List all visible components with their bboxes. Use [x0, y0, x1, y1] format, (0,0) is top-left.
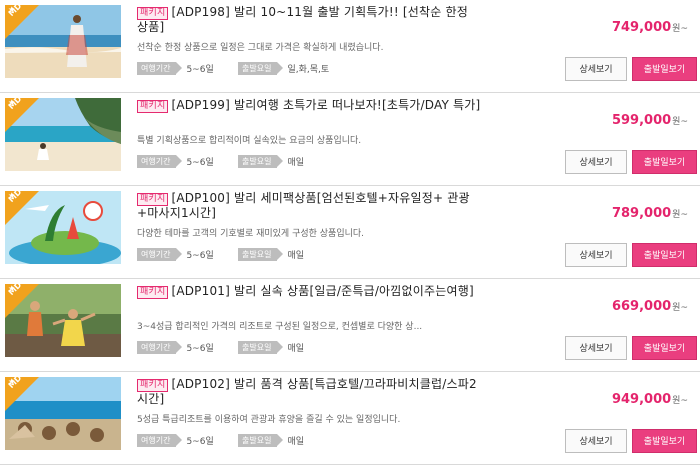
detail-button[interactable]: 상세보기	[565, 429, 627, 453]
product-title[interactable]: 패키지 [ADP199] 발리여행 초특가로 떠나보자![초특가/DAY 특가]	[137, 98, 482, 113]
product-title-text[interactable]: [ADP198] 발리 10~11월 출발 기획특가!! [선착순 한정 상품]	[137, 5, 468, 34]
travel-period-value: 5~6일	[186, 65, 214, 75]
product-title-text[interactable]: [ADP100] 발리 세미팩상품[엄선된호텔+자유일정+ 관광+마사지1시간]	[137, 191, 470, 220]
price-value: 599,000	[611, 113, 672, 128]
departure-day-value: 일,화,목,토	[287, 65, 330, 75]
product-price: 669,000원~	[612, 299, 688, 314]
product-title-text[interactable]: [ADP101] 발리 실속 상품[일급/준특급/아낌없이주는여행]	[171, 284, 473, 298]
departure-day-label: 출발요일	[238, 62, 284, 75]
product-description: 특별 기획상품으로 합리적이며 실속있는 요금의 상품입니다.	[137, 136, 362, 146]
package-tag: 패키지	[137, 193, 169, 206]
package-tag: 패키지	[137, 286, 169, 299]
price-value: 749,000	[611, 20, 672, 35]
departure-date-button[interactable]: 출발일보기	[632, 57, 697, 81]
product-description: 선착순 한정 상품으로 일정은 그대로 가격은 확실하게 내렸습니다.	[137, 43, 384, 53]
departure-day-value: 매일	[287, 344, 305, 354]
product-thumbnail[interactable]: ★ MD추천	[5, 284, 121, 357]
price-suffix: 원~	[672, 396, 688, 406]
product-thumbnail[interactable]: ★ MD추천	[5, 377, 121, 450]
product-thumbnail[interactable]: ★ MD추천	[5, 98, 121, 171]
travel-period-label: 여행기간	[137, 155, 183, 168]
list-item: ★ MD추천 패키지[ADP100] 발리 세미팩상품[엄선된호텔+자유일정+ …	[0, 186, 700, 279]
departure-day-label: 출발요일	[238, 155, 284, 168]
travel-period-value: 5~6일	[186, 437, 214, 447]
detail-button[interactable]: 상세보기	[565, 243, 627, 267]
travel-period-label: 여행기간	[137, 248, 183, 261]
travel-period-label: 여행기간	[137, 434, 183, 447]
travel-period-label: 여행기간	[137, 341, 183, 354]
departure-day-value: 매일	[287, 158, 305, 168]
price-value: 949,000	[611, 392, 672, 407]
price-suffix: 원~	[672, 117, 688, 127]
travel-period-value: 5~6일	[186, 158, 214, 168]
product-price: 749,000원~	[612, 20, 688, 35]
product-price: 789,000원~	[612, 206, 688, 221]
product-list: ★ MD추천 패키지[ADP198] 발리 10~11월 출발 기획특가!! […	[0, 0, 700, 465]
detail-button[interactable]: 상세보기	[565, 57, 627, 81]
package-tag: 패키지	[137, 379, 169, 392]
product-title[interactable]: 패키지 [ADP198] 발리 10~11월 출발 기획특가!! [선착순 한정 …	[137, 5, 482, 34]
list-item: ★ MD추천 패키지[ADP102] 발리 품격 상품[특급호텔/끄라파비치클럽…	[0, 372, 700, 465]
price-value: 789,000	[611, 206, 672, 221]
product-title[interactable]: 패키지 [ADP102] 발리 품격 상품[특급호텔/끄라파비치클럽/스파2시간]	[137, 377, 482, 406]
product-title[interactable]: 패키지 [ADP100] 발리 세미팩상품[엄선된호텔+자유일정+ 관광+마사지1…	[137, 191, 482, 220]
departure-day-value: 매일	[287, 251, 305, 261]
price-suffix: 원~	[672, 24, 688, 34]
price-suffix: 원~	[672, 303, 688, 313]
product-thumbnail[interactable]: ★ MD추천	[5, 5, 121, 78]
product-description: 다양한 테마를 고객의 기호별로 재미있게 구성한 상품입니다.	[137, 229, 365, 239]
departure-date-button[interactable]: 출발일보기	[632, 150, 697, 174]
price-suffix: 원~	[672, 210, 688, 220]
price-value: 669,000	[611, 299, 672, 314]
product-title[interactable]: 패키지 [ADP101] 발리 실속 상품[일급/준특급/아낌없이주는여행]	[137, 284, 482, 299]
list-item: ★ MD추천 패키지[ADP101] 발리 실속 상품[일급/준특급/아낌없이주…	[0, 279, 700, 372]
product-thumbnail[interactable]: ★ MD추천	[5, 191, 121, 264]
travel-period-label: 여행기간	[137, 62, 183, 75]
package-tag: 패키지	[137, 7, 169, 20]
list-item: ★ MD추천 패키지[ADP199] 발리여행 초특가로 떠나보자![초특가/D…	[0, 93, 700, 186]
departure-date-button[interactable]: 출발일보기	[632, 243, 697, 267]
list-item: ★ MD추천 패키지[ADP198] 발리 10~11월 출발 기획특가!! […	[0, 0, 700, 93]
package-tag: 패키지	[137, 100, 169, 113]
product-description: 3~4성급 합리적인 가격의 리조트로 구성된 일정으로, 컨셉별로 다양한 상…	[137, 322, 423, 332]
departure-day-label: 출발요일	[238, 248, 284, 261]
departure-date-button[interactable]: 출발일보기	[632, 429, 697, 453]
travel-period-value: 5~6일	[186, 344, 214, 354]
travel-period-value: 5~6일	[186, 251, 214, 261]
departure-day-value: 매일	[287, 437, 305, 447]
departure-day-label: 출발요일	[238, 341, 284, 354]
detail-button[interactable]: 상세보기	[565, 336, 627, 360]
detail-button[interactable]: 상세보기	[565, 150, 627, 174]
product-price: 949,000원~	[612, 392, 688, 407]
product-title-text[interactable]: [ADP199] 발리여행 초특가로 떠나보자![초특가/DAY 특가]	[171, 98, 480, 112]
product-description: 5성급 특급리조트를 이용하여 관광과 휴양을 즐길 수 있는 일정입니다.	[137, 415, 401, 425]
departure-day-label: 출발요일	[238, 434, 284, 447]
departure-date-button[interactable]: 출발일보기	[632, 336, 697, 360]
product-title-text[interactable]: [ADP102] 발리 품격 상품[특급호텔/끄라파비치클럽/스파2시간]	[137, 377, 477, 406]
product-price: 599,000원~	[612, 113, 688, 128]
